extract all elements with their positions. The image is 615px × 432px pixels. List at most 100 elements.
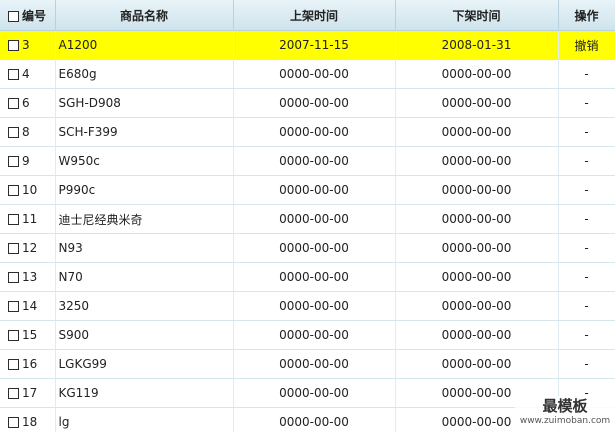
cell-id: 10 [0,175,56,205]
watermark-title: 最模板 [542,397,588,415]
table-row[interactable]: 14 3250 0000-00-00 0000-00-00- [0,291,615,321]
cell-id: 15 [0,320,56,350]
action-placeholder: - [584,125,589,139]
cell-id: 11 [0,204,56,234]
row-checkbox[interactable] [8,359,19,370]
cell-delist-time: 0000-00-00 [395,291,559,321]
row-checkbox[interactable] [8,185,19,196]
table-row[interactable]: 3 A1200 2007-11-15 2008-01-31 撤销 [0,30,615,60]
cell-list-time: 0000-00-00 [233,88,396,118]
cell-action: - [558,88,615,118]
table-header-row: 编号 商品名称 上架时间 下架时间 操作 [0,0,615,31]
row-checkbox[interactable] [8,272,19,283]
cell-product-name: N70 [55,262,234,292]
cell-product-name: lg [55,407,234,432]
cell-id: 18 [0,407,56,432]
cell-delist-time: 0000-00-00 [395,349,559,379]
action-placeholder: - [584,270,589,284]
table-row[interactable]: 12 N93 0000-00-00 0000-00-00- [0,233,615,263]
cell-product-name: N93 [55,233,234,263]
action-placeholder: - [584,241,589,255]
table-row[interactable]: 4 E680g 0000-00-00 0000-00-00- [0,59,615,89]
row-checkbox[interactable] [8,127,19,138]
table-body: 3 A1200 2007-11-15 2008-01-31 撤销 4 E680g 0000-0… [0,30,615,432]
table-row[interactable]: 9 W950c 0000-00-00 0000-00-00- [0,146,615,176]
cell-id: 14 [0,291,56,321]
cell-action: - [558,320,615,350]
cell-product-name: 迪士尼经典米奇 [55,204,234,234]
column-header-name: 商品名称 [55,0,234,31]
row-id: 6 [22,96,30,110]
cell-action: - [558,262,615,292]
action-placeholder: - [584,96,589,110]
row-checkbox[interactable] [8,388,19,399]
cell-product-name: KG119 [55,378,234,408]
cell-product-name: W950c [55,146,234,176]
cell-product-name: P990c [55,175,234,205]
cell-product-name: LGKG99 [55,349,234,379]
cell-delist-time: 0000-00-00 [395,88,559,118]
cell-list-time: 0000-00-00 [233,204,396,234]
action-placeholder: - [584,67,589,81]
column-header-id-label: 编号 [22,8,47,23]
row-checkbox[interactable] [8,40,19,51]
table-row[interactable]: 6 SGH-D908 0000-00-00 0000-00-00- [0,88,615,118]
row-checkbox[interactable] [8,330,19,341]
column-header-id: 编号 [0,0,56,31]
cell-delist-time: 0000-00-00 [395,204,559,234]
cell-id: 12 [0,233,56,263]
cell-action: - [558,233,615,263]
table-row[interactable]: 11 迪士尼经典米奇 0000-00-00 0000-00-00- [0,204,615,234]
table-row[interactable]: 10 P990c 0000-00-00 0000-00-00- [0,175,615,205]
cell-action: 撤销 [558,30,615,60]
row-checkbox[interactable] [8,214,19,225]
column-header-list-time: 上架时间 [233,0,396,31]
row-checkbox[interactable] [8,243,19,254]
row-checkbox[interactable] [8,417,19,428]
table-row[interactable]: 16 LGKG99 0000-00-00 0000-00-00- [0,349,615,379]
table-row[interactable]: 8 SCH-F399 0000-00-00 0000-00-00- [0,117,615,147]
row-checkbox[interactable] [8,301,19,312]
action-placeholder: - [584,183,589,197]
cell-action: - [558,349,615,379]
cell-delist-time: 0000-00-00 [395,320,559,350]
cell-id: 16 [0,349,56,379]
column-header-delist-time: 下架时间 [395,0,559,31]
revoke-link[interactable]: 撤销 [574,39,598,53]
product-table: 编号 商品名称 上架时间 下架时间 操作 3 A1200 2007-11-15 200… [0,0,615,432]
action-placeholder: - [584,212,589,226]
cell-delist-time: 0000-00-00 [395,175,559,205]
table-row[interactable]: 15 S900 0000-00-00 0000-00-00- [0,320,615,350]
cell-delist-time: 0000-00-00 [395,59,559,89]
cell-delist-time: 0000-00-00 [395,117,559,147]
row-id: 4 [22,67,30,81]
cell-list-time: 0000-00-00 [233,262,396,292]
row-id: 17 [22,386,38,400]
cell-id: 4 [0,59,56,89]
cell-product-name: SGH-D908 [55,88,234,118]
table-row[interactable]: 13 N70 0000-00-00 0000-00-00- [0,262,615,292]
action-placeholder: - [584,154,589,168]
row-id: 18 [22,415,38,429]
cell-product-name: A1200 [55,30,234,60]
row-id: 13 [22,270,38,284]
cell-product-name: E680g [55,59,234,89]
cell-action: - [558,204,615,234]
cell-action: - [558,59,615,89]
cell-delist-time: 0000-00-00 [395,262,559,292]
cell-list-time: 0000-00-00 [233,291,396,321]
cell-delist-time: 0000-00-00 [395,146,559,176]
cell-list-time: 2007-11-15 [233,30,396,60]
row-id: 12 [22,241,38,255]
row-id: 9 [22,154,30,168]
cell-delist-time: 2008-01-31 [395,30,559,60]
row-checkbox[interactable] [8,69,19,80]
row-checkbox[interactable] [8,98,19,109]
row-id: 15 [22,328,38,342]
row-checkbox[interactable] [8,156,19,167]
cell-list-time: 0000-00-00 [233,349,396,379]
cell-list-time: 0000-00-00 [233,233,396,263]
cell-product-name: 3250 [55,291,234,321]
cell-id: 3 [0,30,56,60]
select-all-checkbox[interactable] [8,10,19,22]
